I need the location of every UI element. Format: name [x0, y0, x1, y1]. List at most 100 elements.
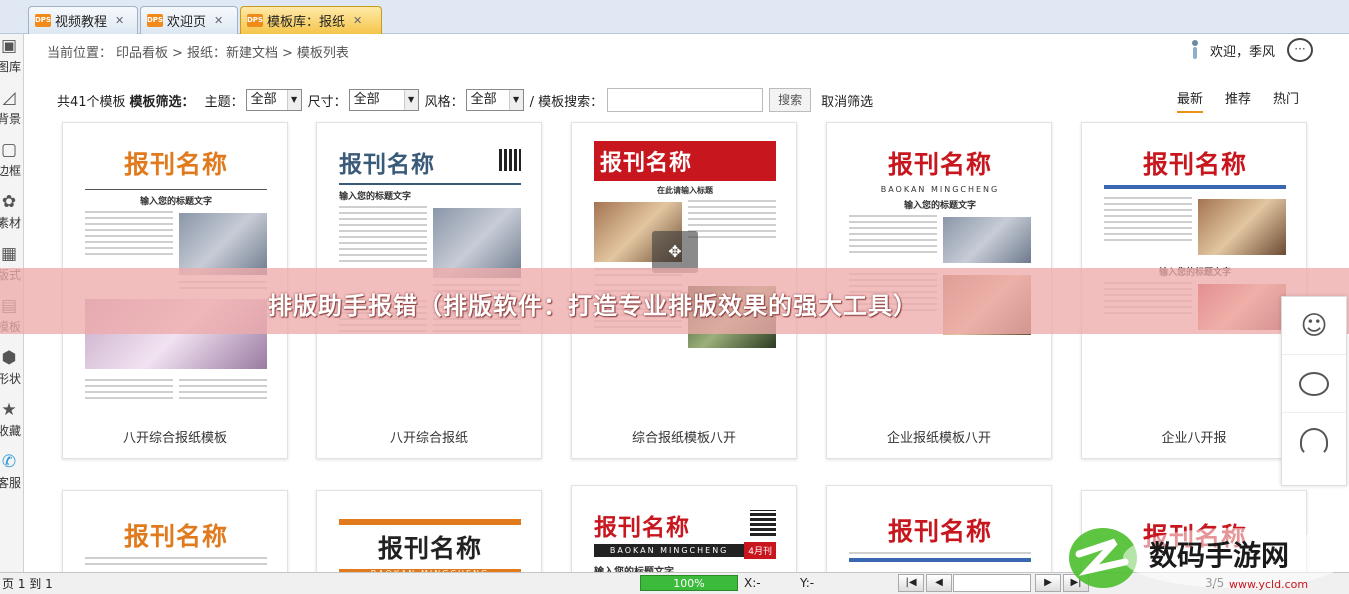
breadcrumb-current: 模板列表 — [296, 46, 349, 61]
sidebar-item-border[interactable]: ▢ 边框 — [0, 140, 23, 179]
tab-label: 欢迎页 — [167, 15, 207, 30]
sort-tabs: 最新 推荐 热门 — [1155, 88, 1299, 113]
zoom-level[interactable]: 100% — [640, 575, 738, 591]
material-icon: ✿ — [1, 192, 17, 212]
breadcrumb-link-board[interactable]: 印品看板 — [116, 46, 168, 61]
wechat-icon[interactable] — [1282, 355, 1346, 413]
paper-headline: 在此请输入标题 — [657, 186, 713, 195]
breadcrumb: 当前位置： 印品看板 > 报纸：新建文档 > 模板列表 — [47, 42, 353, 61]
tab-video-tutorial[interactable]: DPS 视频教程 ✕ — [28, 6, 138, 34]
template-name: 八开综合报纸模板 — [122, 431, 227, 446]
topic-label: 主题： — [204, 94, 244, 110]
issue-badge: 4月刊 — [744, 542, 776, 559]
service-icon: ✆ — [1, 452, 17, 472]
paper-title: 报刊名称 — [600, 150, 693, 176]
paper-title: 报刊名称 — [377, 534, 482, 563]
image-icon: ▣ — [0, 36, 18, 56]
app-icon: DPS — [35, 14, 51, 27]
chevron-down-icon: ▼ — [286, 90, 301, 110]
app-icon: DPS — [147, 14, 163, 27]
size-select[interactable]: 全部 ▼ — [348, 89, 419, 111]
page-input[interactable] — [953, 574, 1031, 592]
watermark-logo: 数码手游网 www.ycld.com — [1069, 528, 1347, 591]
paper-headline: 输入您的标题文字 — [339, 192, 412, 202]
tab-template-library[interactable]: DPS 模板库：报纸 ✕ — [240, 6, 382, 34]
topic-value: 全部 — [250, 92, 277, 107]
paper-title: 报刊名称 — [339, 151, 435, 178]
paper-headline: 输入您的标题文字 — [139, 197, 212, 207]
size-value: 全部 — [353, 92, 380, 107]
template-name: 企业报纸模板八开 — [886, 431, 991, 446]
sort-tab-recommended[interactable]: 推荐 — [1225, 88, 1251, 113]
sidebar-label: 边框 — [0, 164, 21, 178]
qq-icon[interactable]: ☺ — [1282, 297, 1346, 355]
breadcrumb-prefix: 当前位置： — [47, 46, 113, 61]
template-name: 企业八开报 — [1161, 431, 1227, 446]
topic-select[interactable]: 全部 ▼ — [245, 89, 302, 111]
border-icon: ▢ — [0, 140, 18, 160]
size-label: 尺寸： — [307, 94, 347, 110]
sidebar-item-gallery[interactable]: ▣ 图库 — [0, 36, 23, 75]
sidebar-label: 图库 — [0, 60, 21, 74]
user-greeting-text: 欢迎，季风 — [1209, 44, 1275, 60]
layout-icon: ▦ — [0, 244, 18, 264]
chat-icon[interactable]: ··· — [1287, 38, 1313, 62]
template-name: 八开综合报纸 — [389, 431, 468, 446]
first-page-icon[interactable]: |◀ — [898, 574, 924, 592]
close-icon[interactable]: ✕ — [115, 14, 124, 27]
star-icon: ★ — [1, 400, 17, 420]
search-button[interactable]: 搜索 — [769, 88, 812, 112]
chevron-down-icon: ▼ — [403, 90, 418, 110]
style-label: 风格： — [424, 94, 464, 110]
chevron-down-icon: ▼ — [508, 90, 523, 110]
sort-tab-latest[interactable]: 最新 — [1176, 88, 1203, 113]
paper-title: 报刊名称 — [594, 514, 690, 541]
close-icon[interactable]: ✕ — [353, 14, 362, 27]
paper-subtitle: BAOKAN MINGCHENG — [594, 544, 745, 557]
sidebar-label: 形状 — [0, 372, 21, 386]
watermark-text: 数码手游网 — [1149, 539, 1289, 572]
sort-tab-popular[interactable]: 热门 — [1273, 88, 1299, 113]
qr-code-icon — [750, 510, 776, 536]
next-page-icon[interactable]: ▶ — [1035, 574, 1061, 592]
paper-headline: 输入您的标题文字 — [903, 201, 976, 211]
filter-bar: 共41个模板 模板筛选： 主题： 全部 ▼ 尺寸： 全部 ▼ 风格： 全部 ▼ … — [57, 88, 873, 112]
sidebar-item-material[interactable]: ✿ 素材 — [0, 192, 23, 231]
move-icon[interactable]: ✥ — [652, 231, 698, 273]
sidebar-item-favorites[interactable]: ★ 收藏 — [0, 400, 23, 439]
breadcrumb-separator: > — [172, 46, 183, 61]
sidebar-item-shape[interactable]: ⬢ 形状 — [0, 348, 23, 387]
style-value: 全部 — [470, 92, 497, 107]
sidebar-label: 背景 — [0, 112, 21, 126]
paper-title: 报刊名称 — [887, 517, 992, 546]
prev-page-icon[interactable]: ◀ — [926, 574, 952, 592]
sidebar-item-background[interactable]: ◿ 背景 — [0, 88, 23, 127]
headset-icon[interactable] — [1282, 413, 1346, 471]
template-name: 综合报纸模板八开 — [631, 431, 736, 446]
paper-title: 报刊名称 — [1142, 150, 1247, 179]
style-select[interactable]: 全部 ▼ — [465, 89, 524, 111]
filter-title: 模板筛选： — [129, 94, 195, 110]
qr-code-icon — [499, 149, 521, 171]
tab-label: 模板库：报纸 — [267, 15, 346, 30]
template-count: 共41个模板 — [57, 94, 126, 110]
tab-bar: DPS 视频教程 ✕ DPS 欢迎页 ✕ DPS 模板库：报纸 ✕ — [0, 0, 1349, 34]
sidebar-label: 素材 — [0, 216, 21, 230]
watermark-url: www.ycld.com — [1229, 578, 1308, 591]
tab-label: 视频教程 — [55, 15, 108, 30]
paper-title: 报刊名称 — [123, 150, 228, 179]
clear-filter-button[interactable]: 取消筛选 — [821, 91, 873, 110]
shape-icon: ⬢ — [1, 348, 17, 368]
close-icon[interactable]: ✕ — [214, 14, 223, 27]
search-label: / 模板搜索： — [529, 94, 604, 110]
search-input[interactable] — [607, 88, 764, 112]
y-coordinate: Y:- — [800, 576, 815, 590]
user-greeting: 欢迎，季风 — [1190, 40, 1275, 60]
service-panel: ☺ — [1281, 296, 1347, 486]
tab-welcome[interactable]: DPS 欢迎页 ✕ — [140, 6, 238, 34]
sidebar-item-service[interactable]: ✆ 客服 — [0, 452, 23, 491]
banner-title: 排版助手报错（排版软件：打造专业排版效果的强大工具） — [268, 292, 918, 320]
user-icon — [1190, 40, 1200, 60]
background-icon: ◿ — [2, 88, 16, 108]
breadcrumb-link-new-document[interactable]: 报纸：新建文档 — [187, 46, 278, 61]
